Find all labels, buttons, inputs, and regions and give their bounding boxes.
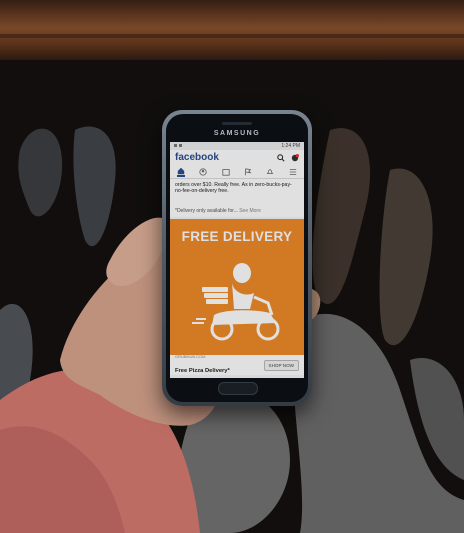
ad-title: FREE DELIVERY	[181, 229, 293, 244]
facebook-nav-tabs	[170, 165, 304, 179]
phone-brand: SAMSUNG	[213, 130, 261, 137]
ad-image[interactable]: FREE DELIVERY	[170, 219, 304, 355]
home-button[interactable]	[218, 382, 258, 395]
status-icons-left	[174, 143, 188, 150]
facebook-header: facebook	[170, 150, 304, 165]
friends-icon[interactable]	[199, 167, 208, 176]
shop-now-button[interactable]: SHOP NOW	[263, 359, 299, 371]
ad-headline: Free Pizza Delivery*	[175, 367, 230, 374]
home-icon[interactable]	[177, 167, 186, 177]
post-note-text: *Delivery only available for...	[175, 208, 238, 214]
status-time: 1:24 PM	[281, 143, 300, 149]
post-note: *Delivery only available for... See More	[170, 207, 304, 217]
see-more-link[interactable]: See More	[239, 208, 261, 214]
flag-icon[interactable]	[244, 167, 252, 176]
facebook-logo[interactable]: facebook	[175, 152, 219, 163]
status-bar: 1:24 PM	[170, 142, 304, 150]
marketplace-icon[interactable]	[222, 168, 230, 176]
smartphone: SAMSUNG 1:24 PM facebook orders over $10…	[162, 110, 312, 406]
menu-icon[interactable]	[289, 168, 297, 176]
post-body-text: orders over $10. Really free. As in zero…	[170, 179, 304, 207]
phone-front: SAMSUNG 1:24 PM facebook orders over $10…	[166, 114, 308, 402]
search-icon[interactable]	[277, 153, 285, 162]
earpiece-speaker	[222, 122, 252, 125]
delivery-scooter-illustration	[192, 263, 280, 341]
photo-scene: SAMSUNG 1:24 PM facebook orders over $10…	[0, 0, 464, 533]
phone-screen[interactable]: 1:24 PM facebook orders over $10. Really…	[170, 142, 304, 378]
ad-footer-text: GRUBHUB.COM Free Pizza Delivery*	[175, 354, 230, 377]
messenger-icon[interactable]	[291, 153, 299, 162]
ad-footer: GRUBHUB.COM Free Pizza Delivery* SHOP NO…	[170, 354, 304, 377]
bell-icon[interactable]	[266, 168, 274, 176]
